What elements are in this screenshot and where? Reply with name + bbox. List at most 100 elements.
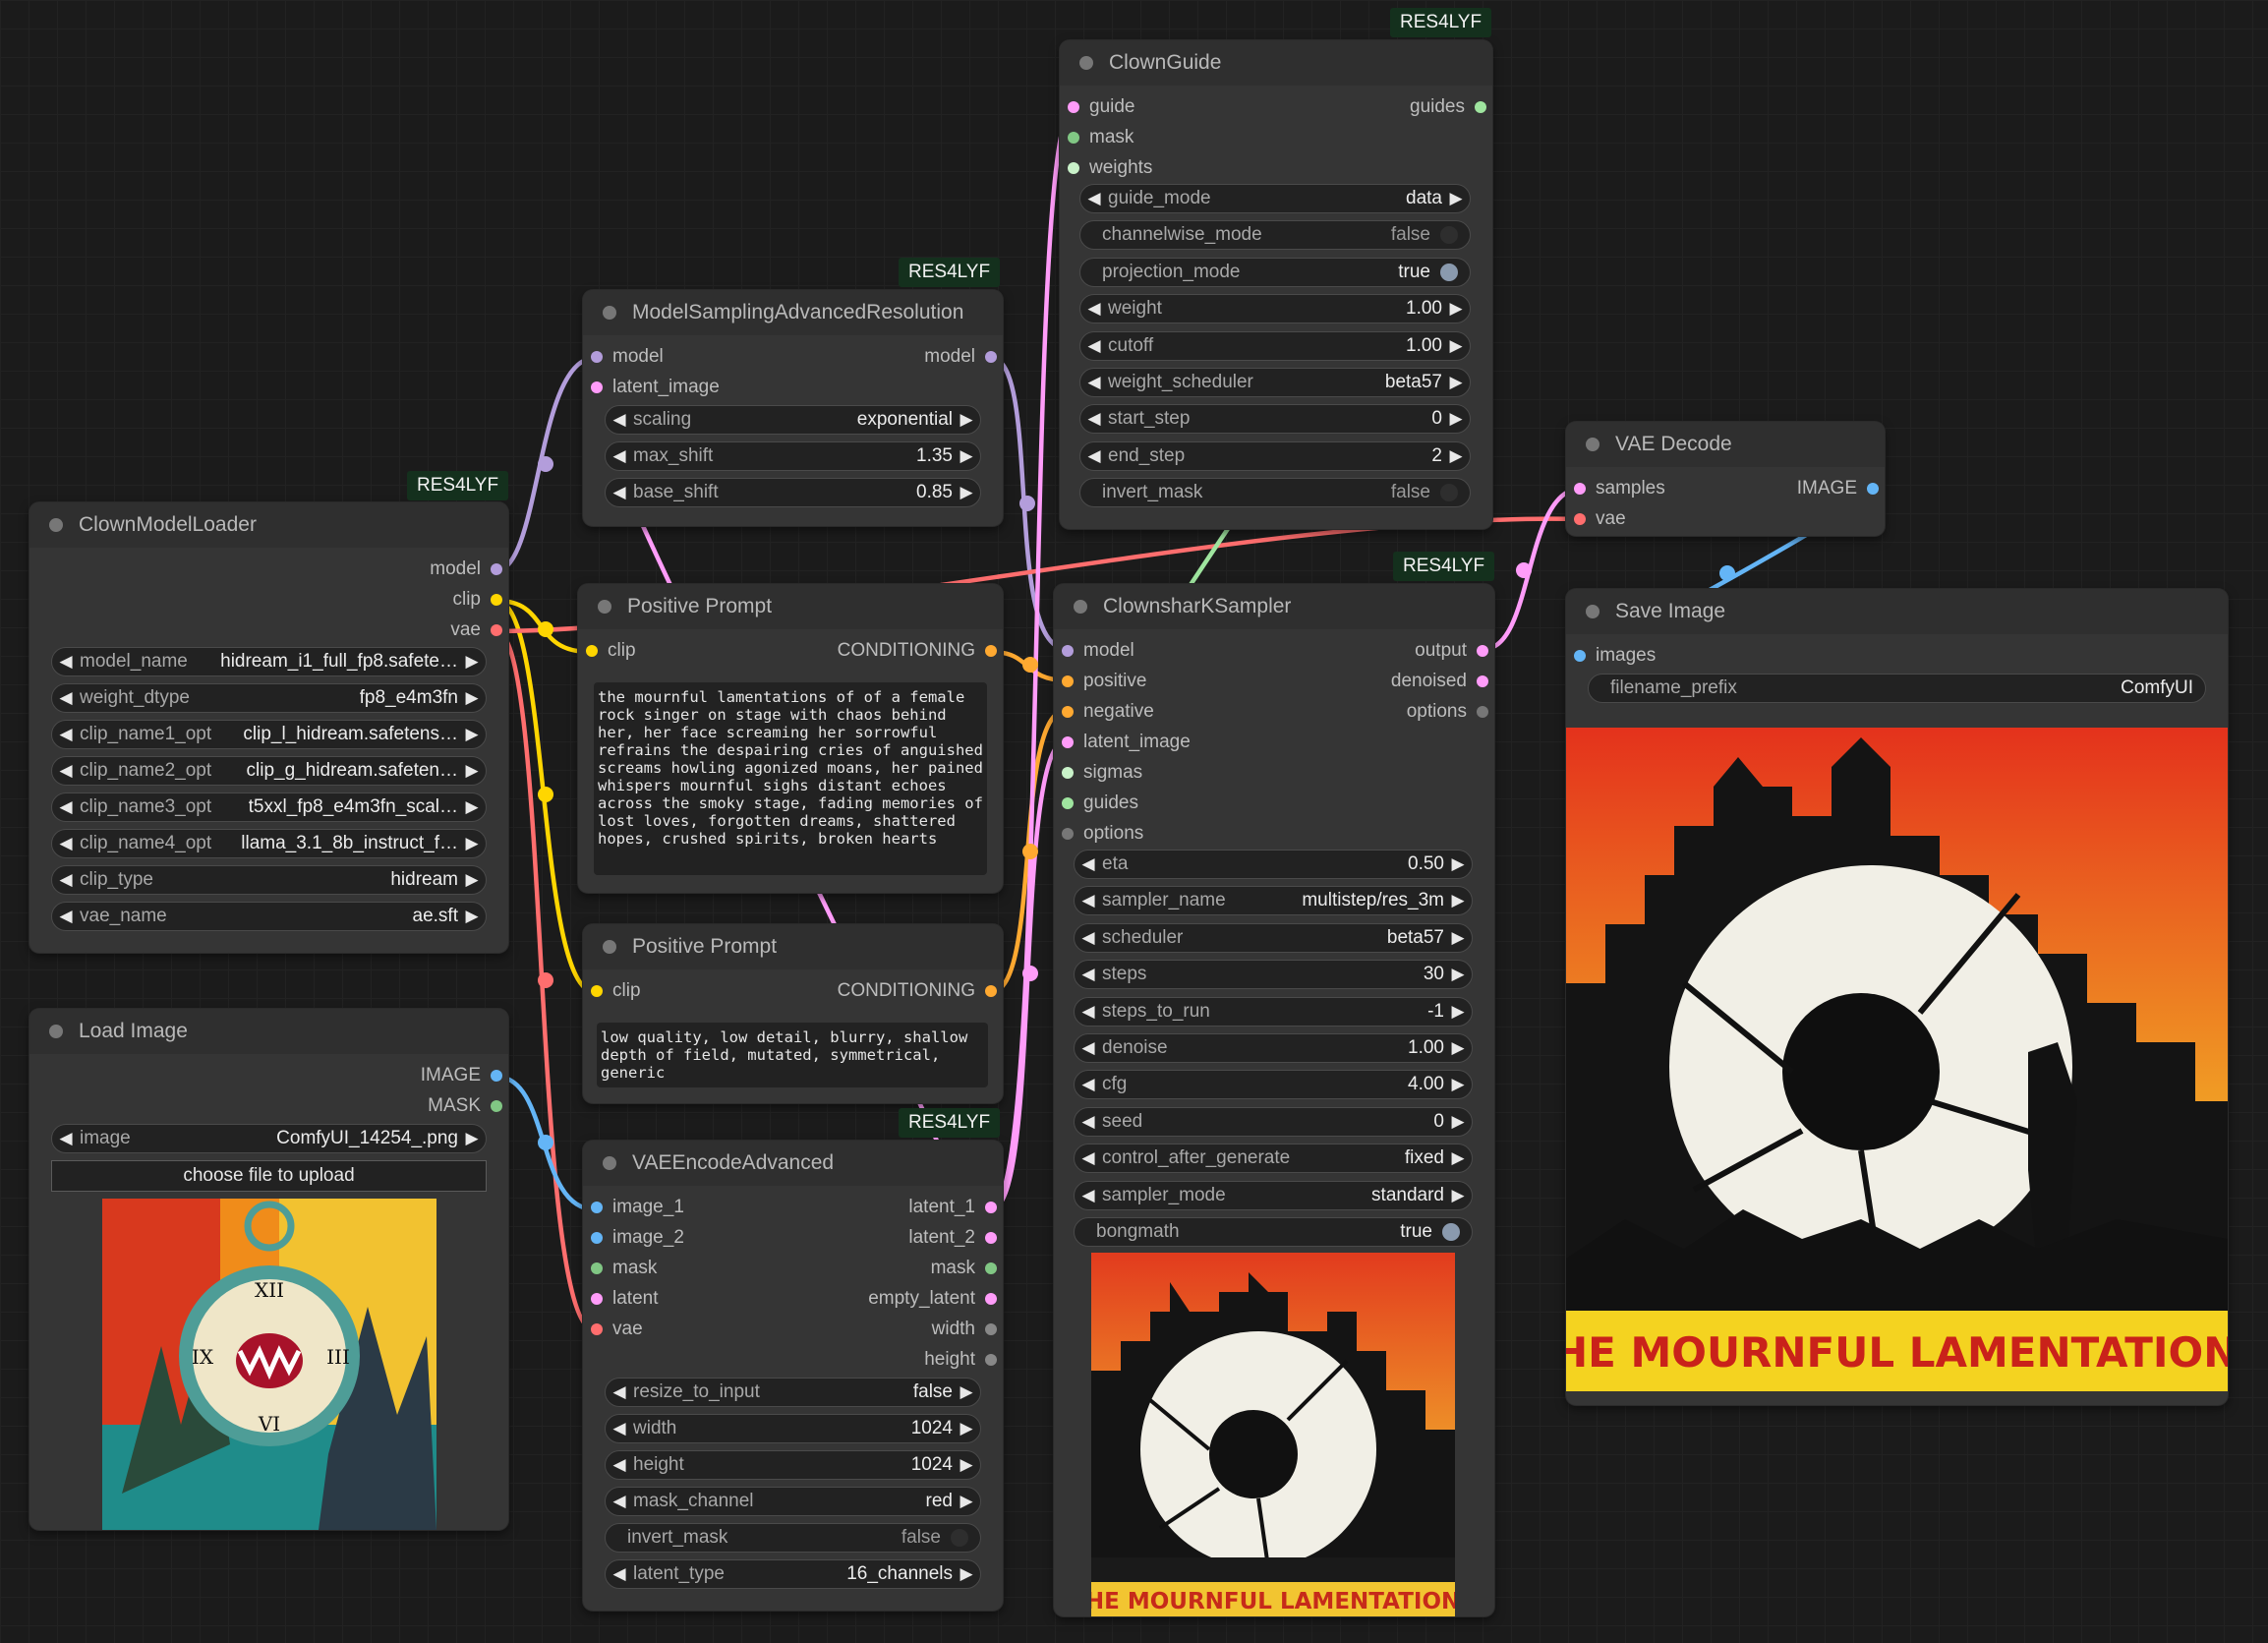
widget-clip-name2[interactable]: ◀ clip_name2_opt clip_g_hidream.safeten… ▶ [51,756,487,786]
widget-start-step[interactable]: ◀ start_step 0 ▶ [1079,404,1471,435]
input-guides[interactable]: guides [1062,792,1138,814]
node-title-bar[interactable]: VAE Decode [1566,422,1885,467]
widget-denoise[interactable]: ◀ denoise 1.00 ▶ [1074,1033,1473,1063]
widget-cfg[interactable]: ◀ cfg 4.00 ▶ [1074,1070,1473,1100]
widget-cutoff[interactable]: ◀ cutoff 1.00 ▶ [1079,330,1471,361]
input-sigmas[interactable]: sigmas [1062,762,1142,784]
widget-guide-mode[interactable]: ◀ guide_mode data ▶ [1079,184,1471,213]
model-sampling-advanced-resolution-node[interactable]: ModelSamplingAdvancedResolution model la… [583,290,1003,526]
widget-scheduler[interactable]: ◀ scheduler beta57 ▶ [1074,922,1473,953]
collapse-dot-icon[interactable] [598,600,611,614]
output-clip[interactable]: clip [452,589,502,611]
output-latent-1[interactable]: latent_1 [908,1197,997,1218]
positive-prompt-node[interactable]: Positive Prompt clip CONDITIONING the mo… [578,584,1003,893]
widget-height[interactable]: ◀ height 1024 ▶ [605,1450,981,1480]
node-title-bar[interactable]: ClownModelLoader [29,502,508,548]
widget-model-name[interactable]: ◀ model_name hidream_i1_full_fp8.safete… ▶ [51,647,487,676]
input-latent-image[interactable]: latent_image [1062,732,1191,753]
node-title-bar[interactable]: Positive Prompt [578,584,1003,629]
vae-encode-advanced-node[interactable]: VAEEncodeAdvanced image_1 image_2 mask l… [583,1141,1003,1611]
widget-resize-to-input[interactable]: ◀ resize_to_input false ▶ [605,1378,981,1407]
widget-image[interactable]: ◀ image ComfyUI_14254_.png ▶ [51,1124,487,1153]
collapse-dot-icon[interactable] [49,518,63,532]
input-images[interactable]: images [1574,645,1656,667]
output-conditioning[interactable]: CONDITIONING [838,640,997,662]
prompt-textarea[interactable]: low quality, low detail, blurry, shallow… [597,1023,988,1087]
vae-decode-node[interactable]: VAE Decode samples vae IMAGE [1566,422,1885,536]
input-vae[interactable]: vae [1574,508,1626,530]
widget-latent-type[interactable]: ◀ latent_type 16_channels ▶ [605,1559,981,1589]
input-positive[interactable]: positive [1062,671,1146,692]
clown-model-loader-node[interactable]: ClownModelLoader model clip vae ◀ model_n… [29,502,508,953]
prompt-textarea[interactable]: the mournful lamentations of of a female… [594,682,987,875]
clown-guide-node[interactable]: ClownGuide guide mask weights guides ◀ gu… [1060,40,1492,529]
output-mask[interactable]: mask [931,1258,997,1279]
collapse-dot-icon[interactable] [603,1156,616,1170]
load-image-node[interactable]: Load Image IMAGE MASK ◀ image ComfyUI_1425… [29,1009,508,1530]
output-model[interactable]: model [924,346,997,368]
widget-vae-name[interactable]: ◀ vae_name ae.sft ▶ [51,902,487,931]
collapse-dot-icon[interactable] [1079,56,1093,70]
output-options[interactable]: options [1407,701,1488,723]
output-mask[interactable]: MASK [428,1095,502,1117]
widget-invert-mask-toggle[interactable]: invert_mask false [605,1523,981,1553]
widget-eta[interactable]: ◀ eta 0.50 ▶ [1074,850,1473,879]
widget-seed[interactable]: ◀ seed 0 ▶ [1074,1106,1473,1137]
input-negative[interactable]: negative [1062,701,1154,723]
output-height[interactable]: height [924,1349,997,1371]
widget-weight-scheduler[interactable]: ◀ weight_scheduler beta57 ▶ [1079,368,1471,397]
input-guide[interactable]: guide [1068,96,1135,118]
node-title-bar[interactable]: Save Image [1566,589,2228,634]
widget-steps-to-run[interactable]: ◀ steps_to_run -1 ▶ [1074,996,1473,1027]
widget-clip-name4[interactable]: ◀ clip_name4_opt llama_3.1_8b_instruct_f… ▶ [51,829,487,858]
output-image[interactable]: IMAGE [1797,478,1879,499]
widget-max-shift[interactable]: ◀ max_shift 1.35 ▶ [605,441,981,471]
widget-projection-mode-toggle[interactable]: projection_mode true [1079,257,1471,287]
input-vae[interactable]: vae [591,1319,643,1340]
input-latent-image[interactable]: latent_image [591,377,720,398]
input-clip[interactable]: clip [586,640,636,662]
input-latent[interactable]: latent [591,1288,658,1310]
widget-scaling[interactable]: ◀ scaling exponential ▶ [605,405,981,435]
collapse-dot-icon[interactable] [1586,438,1599,451]
save-image-node[interactable]: Save Image images filename_prefix ComfyUI… [1566,589,2228,1405]
input-model[interactable]: model [591,346,664,368]
widget-steps[interactable]: ◀ steps 30 ▶ [1074,960,1473,990]
input-samples[interactable]: samples [1574,478,1665,499]
widget-clip-name1[interactable]: ◀ clip_name1_opt clip_l_hidream.safetens… ▶ [51,720,487,749]
widget-clip-name3[interactable]: ◀ clip_name3_opt t5xxl_fp8_e4m3fn_scal… ▶ [51,792,487,822]
node-title-bar[interactable]: ModelSamplingAdvancedResolution [583,290,1003,335]
input-options[interactable]: options [1062,823,1143,845]
output-conditioning[interactable]: CONDITIONING [838,980,997,1002]
collapse-dot-icon[interactable] [603,306,616,320]
widget-control-after-generate[interactable]: ◀ control_after_generate fixed ▶ [1074,1144,1473,1174]
clownshark-sampler-node[interactable]: ClownsharKSampler model positive negativ… [1054,584,1494,1616]
input-image-1[interactable]: image_1 [591,1197,684,1218]
collapse-dot-icon[interactable] [603,940,616,954]
widget-sampler-name[interactable]: ◀ sampler_name multistep/res_3m ▶ [1074,886,1473,916]
node-title-bar[interactable]: ClownGuide [1060,40,1492,86]
node-title-bar[interactable]: Load Image [29,1009,508,1054]
node-title-bar[interactable]: Positive Prompt [583,924,1003,969]
widget-weight-dtype[interactable]: ◀ weight_dtype fp8_e4m3fn ▶ [51,683,487,713]
output-guides[interactable]: guides [1410,96,1486,118]
widget-mask-channel[interactable]: ◀ mask_channel red ▶ [605,1487,981,1516]
output-width[interactable]: width [932,1319,997,1340]
negative-prompt-node[interactable]: Positive Prompt clip CONDITIONING low qu… [583,924,1003,1103]
widget-invert-mask-toggle[interactable]: invert_mask false [1079,478,1471,508]
collapse-dot-icon[interactable] [49,1025,63,1038]
widget-channelwise-mode-toggle[interactable]: channelwise_mode false [1079,220,1471,251]
widget-clip-type[interactable]: ◀ clip_type hidream ▶ [51,865,487,895]
widget-width[interactable]: ◀ width 1024 ▶ [605,1414,981,1443]
input-mask[interactable]: mask [591,1258,657,1279]
widget-end-step[interactable]: ◀ end_step 2 ▶ [1079,440,1471,471]
widget-sampler-mode[interactable]: ◀ sampler_mode standard ▶ [1074,1180,1473,1210]
output-image[interactable]: IMAGE [421,1065,502,1086]
choose-file-button[interactable]: choose file to upload [51,1160,487,1192]
output-latent-2[interactable]: latent_2 [908,1227,997,1249]
widget-bongmath-toggle[interactable]: bongmath true [1074,1217,1473,1247]
output-model[interactable]: model [430,558,502,580]
input-mask[interactable]: mask [1068,127,1134,148]
output-vae[interactable]: vae [450,619,502,641]
output-denoised[interactable]: denoised [1391,671,1488,692]
